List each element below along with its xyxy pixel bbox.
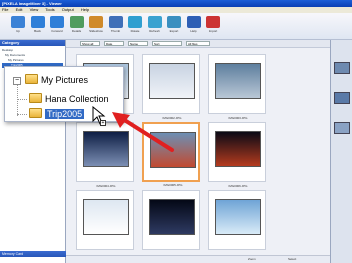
rotate-icon (128, 16, 142, 28)
status-select[interactable]: Select (288, 257, 296, 261)
menu-tools[interactable]: Tools (45, 7, 54, 12)
preview-pane (330, 40, 352, 263)
export-icon (167, 16, 181, 28)
menu-view[interactable]: View (30, 7, 39, 12)
back-arrow-icon (30, 16, 45, 28)
filter-show[interactable]: Show all (80, 41, 100, 46)
toolbar-button-label: Import (208, 29, 218, 33)
photo-image (215, 131, 261, 167)
menu-edit[interactable]: Edit (16, 7, 23, 12)
toolbar-up-button[interactable]: Up (8, 15, 28, 38)
toolbar-button-label: Forward (51, 29, 63, 33)
photo-thumbnail[interactable]: IMG0006.JPG (208, 122, 266, 188)
folder-icon (25, 74, 38, 84)
filter-bar: Show all Date Name Sort All files (66, 40, 330, 48)
toolbar-forward-button[interactable]: Forward (47, 15, 67, 38)
toolbar-button-label: Details (71, 29, 82, 33)
tree-connector (17, 99, 27, 100)
photo-image (149, 199, 195, 235)
tree-node-trip2005[interactable]: Trip2005 (29, 107, 85, 121)
photo-caption: IMG0004.JPG (96, 184, 116, 188)
memory-card-header[interactable]: Memory Card (0, 251, 66, 257)
toolbar-button-label: Export (169, 29, 179, 33)
thumbnails-icon (108, 16, 123, 28)
menu-file[interactable]: File (2, 7, 8, 12)
tree-node-my-pictures[interactable]: My Pictures (25, 73, 88, 87)
node-label: Trip2005 (45, 109, 85, 119)
toolbar-button-label: Thumb (110, 29, 121, 33)
toolbar-back-button[interactable]: Back (28, 15, 48, 38)
toolbar-button-label: Help (190, 29, 197, 33)
toolbar: Up Back Forward Details Slideshow Thumb Rotate… (0, 13, 352, 40)
toolbar-button-label: Back (34, 29, 41, 33)
tree-node-hana-collection[interactable]: Hana Collection (29, 92, 109, 106)
preview-thumb[interactable] (334, 62, 350, 74)
node-label: My Pictures (41, 75, 89, 85)
toolbar-help-button[interactable]: Help (184, 15, 204, 38)
filter-name[interactable]: Name (128, 41, 148, 46)
photo-image (149, 63, 195, 99)
collapse-toggle[interactable]: − (13, 77, 21, 85)
status-bar: Zoom Select (66, 255, 330, 263)
toolbar-button-label: Rotate (130, 29, 140, 33)
folder-icon (29, 108, 42, 118)
photo-caption: IMG0006.JPG (228, 184, 248, 188)
folder-icon (29, 93, 42, 103)
preview-thumb[interactable] (334, 92, 350, 104)
tree-connector (17, 114, 27, 115)
help-icon (186, 16, 201, 28)
toolbar-button-label: Up (16, 29, 20, 33)
photo-image (215, 199, 261, 235)
import-icon (206, 16, 220, 28)
photo-image (83, 199, 129, 235)
menu-help[interactable]: Help (81, 7, 89, 12)
toolbar-export-button[interactable]: Export (164, 15, 184, 38)
preview-thumb[interactable] (334, 122, 350, 134)
window-title: [PIXELA ImageMixer 3] - Viewer (0, 0, 352, 7)
toolbar-details-button[interactable]: Details (67, 15, 87, 38)
photo-image (215, 63, 261, 99)
toolbar-refresh-button[interactable]: Refresh (145, 15, 165, 38)
photo-caption: IMG0003.JPG (228, 116, 248, 120)
photo-thumbnail[interactable] (142, 190, 200, 250)
photo-caption: IMG0005.JPG (163, 183, 183, 187)
toolbar-thumb-button[interactable]: Thumb (106, 15, 126, 38)
toolbar-slideshow-button[interactable]: Slideshow (86, 15, 106, 38)
toolbar-button-label: Refresh (149, 29, 160, 33)
photo-thumbnail[interactable] (76, 190, 134, 250)
forward-arrow-icon (50, 16, 64, 28)
node-label: Hana Collection (45, 94, 109, 104)
slideshow-icon (89, 16, 103, 28)
toolbar-import-button[interactable]: Import (203, 15, 223, 38)
toolbar-button-label: Slideshow (89, 29, 103, 33)
folder-up-icon (11, 16, 25, 28)
menu-output[interactable]: Output (62, 7, 74, 12)
toolbar-rotate-button[interactable]: Rotate (125, 15, 145, 38)
filter-sort[interactable]: Sort (152, 41, 182, 46)
photo-thumbnail[interactable]: IMG0003.JPG (208, 54, 266, 120)
filter-files[interactable]: All files (186, 41, 210, 46)
tree-connector (17, 84, 18, 116)
details-icon (69, 16, 84, 28)
annotation-arrow-icon (112, 112, 174, 152)
refresh-icon (147, 16, 162, 28)
status-zoom[interactable]: Zoom (248, 257, 256, 261)
photo-thumbnail[interactable] (208, 190, 266, 250)
filter-date[interactable]: Date (104, 41, 124, 46)
copy-plus-icon: + (100, 120, 106, 126)
photo-thumbnail[interactable]: IMG0002.JPG (142, 54, 200, 120)
